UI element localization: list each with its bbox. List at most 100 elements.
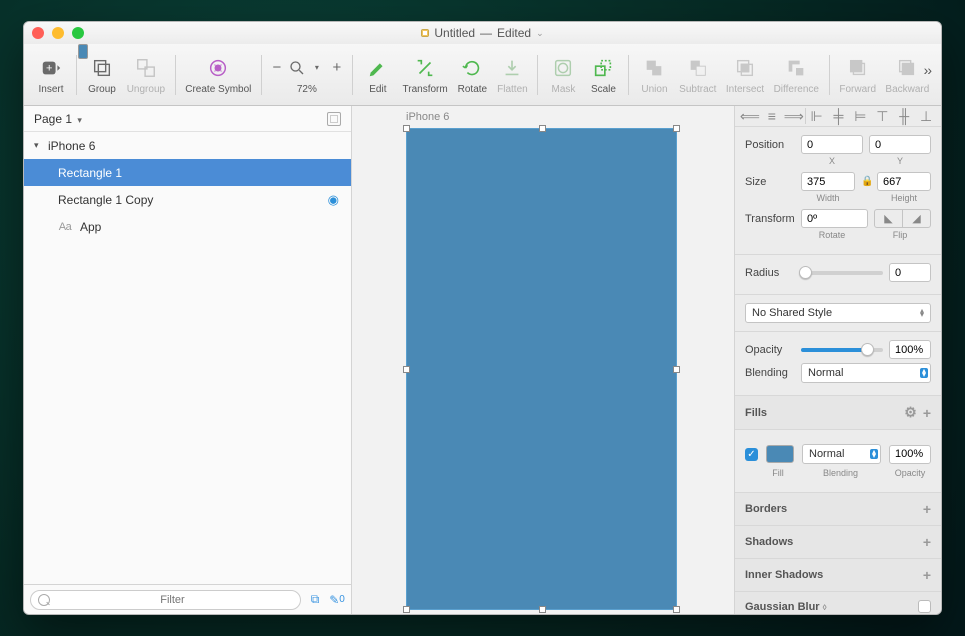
- borders-header[interactable]: Borders+: [735, 493, 941, 526]
- filter-input[interactable]: [30, 590, 301, 610]
- forward-button[interactable]: Forward: [836, 53, 880, 97]
- flip-v-button[interactable]: ◢: [903, 210, 930, 227]
- canvas[interactable]: iPhone 6: [352, 106, 734, 614]
- opacity-slider[interactable]: [801, 348, 883, 352]
- align-top-button[interactable]: ⊤: [871, 106, 893, 126]
- lock-icon[interactable]: 🔒: [861, 176, 871, 187]
- resize-handle[interactable]: [673, 125, 680, 132]
- align-edge-left-button[interactable]: ⊩: [806, 106, 828, 126]
- artboard-row[interactable]: ▾iPhone 6: [24, 132, 351, 159]
- align-center-button[interactable]: ≡: [761, 106, 783, 126]
- layer-list: ▾iPhone 6 Rectangle 1 Rectangle 1 Copy◉ …: [24, 132, 351, 584]
- gear-icon[interactable]: ⚙: [904, 404, 917, 421]
- fills-header[interactable]: Fills⚙+: [735, 396, 941, 430]
- zoom-out-button[interactable]: −: [268, 57, 286, 79]
- opacity-input[interactable]: [889, 340, 931, 359]
- mask-button[interactable]: Mask: [544, 53, 582, 97]
- symbol-icon: [204, 55, 232, 81]
- add-icon[interactable]: +: [923, 534, 931, 550]
- fills-section: ✓ Normal▴▾ FillBlendingOpacity: [735, 430, 941, 493]
- add-icon[interactable]: +: [923, 567, 931, 583]
- resize-handle[interactable]: [403, 606, 410, 613]
- flatten-button[interactable]: Flatten: [493, 53, 531, 97]
- chevron-down-icon[interactable]: ▾: [308, 57, 326, 79]
- scale-button[interactable]: Scale: [584, 53, 622, 97]
- layer-row[interactable]: Rectangle 1 Copy◉: [24, 186, 351, 213]
- blur-checkbox[interactable]: [918, 600, 931, 613]
- edit-button[interactable]: Edit: [359, 53, 397, 97]
- group-icon: [88, 55, 116, 81]
- radius-input[interactable]: [889, 263, 931, 282]
- shared-style-select[interactable]: No Shared Style▴▾: [745, 303, 931, 323]
- fill-blend-select[interactable]: Normal▴▾: [802, 444, 881, 464]
- title-state: Edited: [497, 26, 531, 40]
- shadows-header[interactable]: Shadows+: [735, 526, 941, 559]
- zoom-in-button[interactable]: +: [328, 57, 346, 79]
- ungroup-button[interactable]: Ungroup: [123, 53, 169, 97]
- resize-handle[interactable]: [673, 366, 680, 373]
- create-symbol-button[interactable]: Create Symbol: [182, 53, 255, 97]
- zoom-value: 72%: [297, 84, 317, 95]
- blending-select[interactable]: Normal▴▾: [801, 363, 931, 383]
- flip-h-button[interactable]: ◣: [875, 210, 903, 227]
- inner-shadows-header[interactable]: Inner Shadows+: [735, 559, 941, 592]
- flip-control: ◣◢: [874, 209, 931, 228]
- group-button[interactable]: Group: [83, 53, 121, 97]
- position-x-input[interactable]: [801, 135, 863, 154]
- blur-header[interactable]: Gaussian Blur ◊: [735, 592, 941, 614]
- subtract-button[interactable]: Subtract: [675, 53, 720, 97]
- visibility-icon[interactable]: ◉: [328, 192, 339, 208]
- pages-icon[interactable]: [327, 112, 341, 126]
- filter-bar: ⧉ ✎0: [24, 584, 351, 614]
- fill-opacity-input[interactable]: [889, 445, 931, 464]
- align-left-button[interactable]: ⟸: [739, 106, 761, 126]
- opacity-section: Opacity Blending Normal▴▾: [735, 332, 941, 396]
- resize-handle[interactable]: [403, 366, 410, 373]
- forward-icon: [844, 55, 872, 81]
- page-selector[interactable]: Page 1 ▾: [24, 106, 351, 132]
- mask-icon: [549, 55, 577, 81]
- fill-swatch[interactable]: [766, 445, 794, 463]
- transform-icon: [411, 55, 439, 81]
- align-right-button[interactable]: ⟹: [783, 106, 805, 126]
- radius-section: Radius: [735, 255, 941, 295]
- selected-rectangle[interactable]: [406, 128, 677, 610]
- layer-row[interactable]: AaApp: [24, 213, 351, 240]
- resize-handle[interactable]: [539, 606, 546, 613]
- geometry-section: Position XY Size 🔒 WidthHeight Transform…: [735, 127, 941, 255]
- rotate-input[interactable]: [801, 209, 868, 228]
- inspector-panel: ⟸ ≡ ⟹ ⊩ ╪ ⊨ ⊤ ╫ ⊥ Position XY Size �: [734, 106, 941, 614]
- intersect-button[interactable]: Intersect: [722, 53, 768, 97]
- align-vcenter-button[interactable]: ╫: [893, 106, 915, 126]
- pages-filter-icon[interactable]: ⧉: [307, 592, 323, 608]
- magnifier-icon[interactable]: [288, 57, 306, 79]
- width-input[interactable]: [801, 172, 855, 191]
- resize-handle[interactable]: [403, 125, 410, 132]
- align-bottom-button[interactable]: ⊥: [915, 106, 937, 126]
- align-hcenter-button[interactable]: ╪: [828, 106, 850, 126]
- position-y-input[interactable]: [869, 135, 931, 154]
- height-input[interactable]: [877, 172, 931, 191]
- subtract-icon: [684, 55, 712, 81]
- radius-slider[interactable]: [801, 271, 883, 275]
- slice-filter-icon[interactable]: ✎0: [329, 592, 345, 608]
- align-edge-right-button[interactable]: ⊨: [849, 106, 871, 126]
- plus-square-icon: +: [37, 55, 65, 81]
- resize-handle[interactable]: [673, 606, 680, 613]
- rotate-button[interactable]: Rotate: [453, 53, 491, 97]
- rotate-icon: [458, 55, 486, 81]
- layer-row[interactable]: Rectangle 1: [24, 159, 351, 186]
- difference-button[interactable]: Difference: [770, 53, 823, 97]
- transform-button[interactable]: Transform: [399, 53, 452, 97]
- chevron-down-icon[interactable]: ⌄: [536, 28, 544, 39]
- resize-handle[interactable]: [539, 125, 546, 132]
- add-icon[interactable]: +: [923, 501, 931, 517]
- insert-button[interactable]: + Insert: [32, 53, 70, 97]
- app-window: Untitled — Edited ⌄ + Insert Group Ungro…: [23, 21, 942, 615]
- ungroup-icon: [132, 55, 160, 81]
- toolbar-overflow-button[interactable]: ››: [924, 62, 931, 78]
- add-icon[interactable]: +: [923, 405, 931, 421]
- fill-checkbox[interactable]: ✓: [745, 448, 758, 461]
- artboard-label[interactable]: iPhone 6: [406, 111, 449, 123]
- union-button[interactable]: Union: [635, 53, 673, 97]
